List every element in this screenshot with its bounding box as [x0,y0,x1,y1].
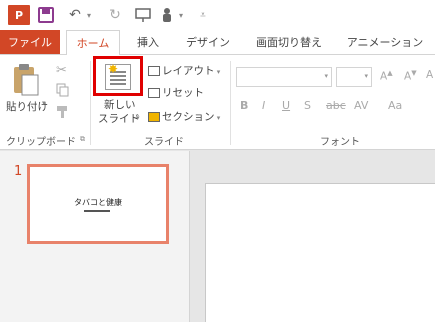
font-name-select[interactable]: ▾ [236,67,332,87]
undo-dropdown-icon[interactable]: ▾ [85,6,93,24]
powerpoint-logo-icon[interactable]: P [8,5,30,25]
clipboard-group-label: クリップボード [6,137,76,148]
save-icon[interactable] [38,7,54,23]
group-separator [230,61,231,145]
ribbon: 貼り付け ▾ ✂ クリップボード ⧉ スライド レイアウト ▾ リセット セクシ… [0,54,435,150]
tab-home[interactable]: ホーム [66,30,120,55]
paste-button[interactable]: 貼り付け [6,61,48,115]
touch-mode-icon[interactable] [158,6,176,24]
grow-font-icon[interactable]: A▲ [380,69,393,83]
present-icon[interactable] [134,6,154,24]
slide-canvas[interactable] [205,183,435,322]
thumbnail-subtitle-line [84,210,110,212]
paste-icon [14,64,39,96]
layout-button[interactable]: レイアウト ▾ [148,63,220,78]
title-bar: P ↶ ▾ ↻ ▾ ⩡ [0,0,435,30]
italic-button[interactable]: I [262,99,265,112]
section-label: セクション [162,111,215,123]
redo-icon[interactable]: ↻ [106,6,124,24]
format-painter-icon[interactable] [56,105,70,118]
paste-dropdown-icon[interactable]: ▾ [42,99,46,107]
layout-icon [148,66,160,76]
group-separator [90,61,91,145]
layout-label: レイアウト [162,65,215,77]
section-button[interactable]: セクション ▾ [148,109,220,124]
new-slide-dropdown-icon[interactable]: ▾ [136,114,140,122]
ribbon-tab-bar: ファイル ホーム 挿入 デザイン 画面切り替え アニメーション [0,30,435,55]
slide-thumbnail[interactable]: タバコと健康 [27,164,169,244]
tab-animations[interactable]: アニメーション [340,30,430,54]
tab-transitions[interactable]: 画面切り替え [248,30,330,54]
customize-qat-icon[interactable]: ⩡ [198,6,208,24]
bold-button[interactable]: B [240,99,248,112]
cut-icon[interactable]: ✂ [56,63,70,78]
strikethrough-button[interactable]: abc [326,99,346,112]
slide-thumbnail-pane: 1 タバコと健康 [0,151,190,322]
new-slide-icon: ✸ [105,62,131,90]
copy-icon[interactable] [56,83,70,97]
reset-button[interactable]: リセット [148,85,204,100]
tab-file[interactable]: ファイル [0,30,60,54]
shadow-button[interactable]: S [304,99,311,112]
reset-label: リセット [162,87,204,99]
font-size-select[interactable]: ▾ [336,67,372,87]
new-slide-button[interactable]: ✸ [93,56,143,96]
slides-group-label: スライド [144,137,184,148]
new-slide-label-line2[interactable]: スライド [98,111,140,126]
section-icon [148,112,160,122]
change-case-button[interactable]: Aa [388,99,402,112]
thumbnail-title: タバコと健康 [74,198,122,207]
new-slide-label-line1[interactable]: 新しい [104,97,136,112]
slide-editing-area [191,151,435,322]
clear-format-icon[interactable]: A [426,69,433,81]
undo-icon[interactable]: ↶ [66,6,84,24]
touch-dropdown-icon[interactable]: ▾ [177,6,185,24]
reset-icon [148,88,160,98]
tab-design[interactable]: デザイン [178,30,238,54]
char-spacing-button[interactable]: AV [354,99,368,112]
underline-button[interactable]: U [282,99,290,112]
shrink-font-icon[interactable]: A▼ [404,69,417,83]
slide-number: 1 [14,164,23,179]
sparkle-icon: ✸ [108,62,119,76]
tab-insert[interactable]: 挿入 [128,30,168,54]
clipboard-launcher-icon[interactable]: ⧉ [80,135,85,144]
font-group-label: フォント [320,137,360,148]
